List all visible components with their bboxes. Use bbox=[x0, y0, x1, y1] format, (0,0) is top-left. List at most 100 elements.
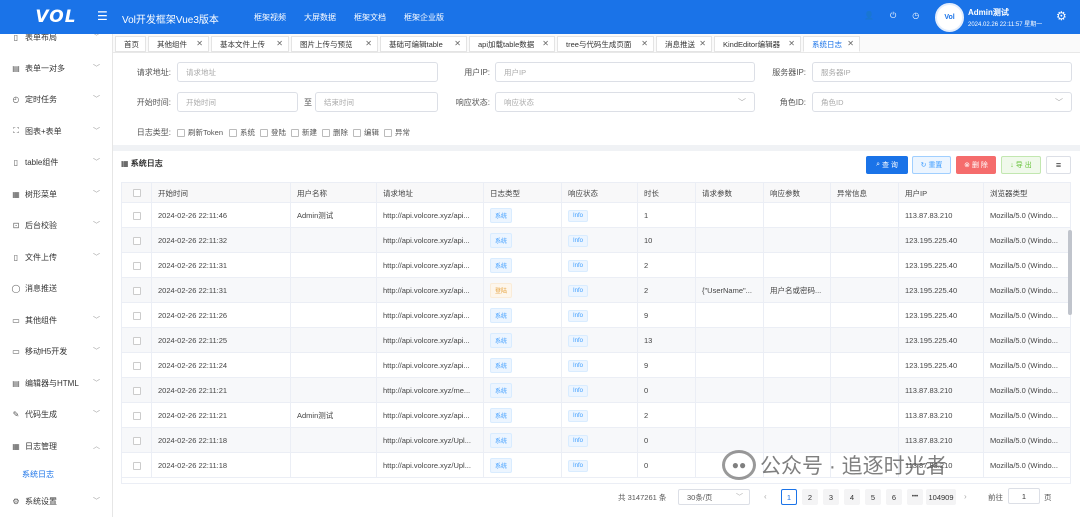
tab-other-components[interactable]: 其他组件 ✕ bbox=[148, 36, 209, 52]
log-type-checkbox[interactable]: 异常 bbox=[384, 127, 410, 138]
table-row[interactable]: 2024-02-26 22:11:46 Admin测试 http://api.vol… bbox=[122, 203, 1070, 228]
page-button[interactable]: 5 bbox=[865, 489, 881, 505]
close-icon[interactable]: ✕ bbox=[788, 39, 795, 48]
sidebar-item-code-generation[interactable]: ✎ 代码生成 ﹀ bbox=[0, 406, 112, 422]
query-button[interactable]: ⌕ 查 询 bbox=[866, 156, 908, 174]
request-url-input[interactable]: 请求地址 bbox=[177, 62, 438, 82]
page-button[interactable]: 3 bbox=[823, 489, 839, 505]
sidebar-item-scheduled-task[interactable]: ◴ 定时任务 ﹀ bbox=[0, 91, 112, 107]
sidebar-item-editor-html[interactable]: ▤ 编辑器与HTML ﹀ bbox=[0, 375, 112, 391]
close-icon[interactable]: ✕ bbox=[365, 39, 372, 48]
table-row[interactable]: 2024-02-26 22:11:21 http://api.volcore.xy… bbox=[122, 378, 1070, 403]
user-ip-input[interactable]: 用户IP bbox=[495, 62, 755, 82]
sidebar-item-form-layout[interactable]: ▯ 表单布局 ﹀ bbox=[0, 34, 112, 45]
log-type-checkbox[interactable]: 新建 bbox=[291, 127, 317, 138]
server-ip-input[interactable]: 服务器IP bbox=[812, 62, 1072, 82]
column-header[interactable]: 日志类型 bbox=[484, 183, 562, 203]
sidebar-item-chart-form[interactable]: ⛶ 图表+表单 ﹀ bbox=[0, 123, 112, 139]
sidebar-item-form-one-to-many[interactable]: ▤ 表单一对多 ﹀ bbox=[0, 60, 112, 76]
column-header[interactable]: 开始时间 bbox=[152, 183, 291, 203]
close-icon[interactable]: ✕ bbox=[454, 39, 461, 48]
sidebar-item-system-settings[interactable]: ⚙ 系统设置 ﹀ bbox=[0, 493, 112, 509]
next-page-icon[interactable]: › bbox=[964, 492, 967, 501]
column-header[interactable]: 请求地址 bbox=[377, 183, 484, 203]
column-header[interactable]: 异常信息 bbox=[831, 183, 899, 203]
table-row[interactable]: 2024-02-26 22:11:31 http://api.volcore.xy… bbox=[122, 253, 1070, 278]
end-time-input[interactable]: 结束时间 bbox=[315, 92, 438, 112]
close-icon[interactable]: ✕ bbox=[542, 39, 549, 48]
table-row[interactable]: 2024-02-26 22:11:32 http://api.volcore.xy… bbox=[122, 228, 1070, 253]
row-checkbox[interactable] bbox=[122, 278, 152, 303]
sidebar-item-message-push[interactable]: ◯ 消息推送 bbox=[0, 280, 112, 296]
row-checkbox[interactable] bbox=[122, 303, 152, 328]
column-header[interactable]: 请求参数 bbox=[696, 183, 764, 203]
clock-icon[interactable]: ◷ bbox=[912, 11, 919, 21]
log-type-checkbox[interactable]: 刷新Token bbox=[177, 127, 223, 138]
log-type-checkbox[interactable]: 登陆 bbox=[260, 127, 286, 138]
page-button[interactable]: 6 bbox=[886, 489, 902, 505]
sidebar-item-file-upload[interactable]: ▯ 文件上传 ﹀ bbox=[0, 249, 112, 265]
nav-enterprise[interactable]: 框架企业版 bbox=[404, 12, 444, 23]
gear-icon[interactable]: ⚙ bbox=[1056, 9, 1067, 23]
page-button[interactable]: 2 bbox=[802, 489, 818, 505]
close-icon[interactable]: ✕ bbox=[847, 39, 854, 48]
log-type-checkbox[interactable]: 编辑 bbox=[353, 127, 379, 138]
column-header[interactable]: 用户IP bbox=[899, 183, 984, 203]
sidebar-item-log-management[interactable]: ▦ 日志管理 ︿ bbox=[0, 438, 112, 454]
row-checkbox[interactable] bbox=[122, 203, 152, 228]
avatar[interactable]: Vol bbox=[935, 3, 964, 32]
tab-image-upload[interactable]: 图片上传与预览 ✕ bbox=[291, 36, 378, 52]
column-header[interactable]: 浏览器类型 bbox=[984, 183, 1070, 203]
table-row[interactable]: 2024-02-26 22:11:24 http://api.volcore.xy… bbox=[122, 353, 1070, 378]
tab-kindeditor[interactable]: KindEditor编辑器 ✕ bbox=[714, 36, 801, 52]
row-checkbox[interactable] bbox=[122, 328, 152, 353]
sidebar-item-other-components[interactable]: ▭ 其他组件 ﹀ bbox=[0, 312, 112, 328]
table-scrollbar[interactable] bbox=[1068, 230, 1072, 315]
response-status-select[interactable]: 响应状态 ﹀ bbox=[495, 92, 755, 112]
tab-basic-upload[interactable]: 基本文件上传 ✕ bbox=[211, 36, 289, 52]
page-button[interactable]: 4 bbox=[844, 489, 860, 505]
sidebar-item-tree-menu[interactable]: ▦ 树形菜单 ﹀ bbox=[0, 186, 112, 202]
power-icon[interactable]: ⏻ bbox=[890, 11, 896, 21]
close-icon[interactable]: ✕ bbox=[641, 39, 648, 48]
row-checkbox[interactable] bbox=[122, 428, 152, 453]
menu-toggle-icon[interactable]: ☰ bbox=[97, 9, 108, 23]
reset-button[interactable]: ↻ 重置 bbox=[912, 156, 951, 174]
log-type-checkbox[interactable]: 删除 bbox=[322, 127, 348, 138]
sidebar-sub-system-log[interactable]: 系统日志 bbox=[22, 469, 54, 480]
tab-tree-codegen[interactable]: tree与代码生成页面 ✕ bbox=[557, 36, 654, 52]
page-button[interactable]: 1 bbox=[781, 489, 797, 505]
row-checkbox[interactable] bbox=[122, 228, 152, 253]
more-pages-button[interactable]: ••• bbox=[907, 489, 923, 505]
nav-video[interactable]: 框架视频 bbox=[254, 12, 286, 23]
tab-message-push[interactable]: 消息推送 ✕ bbox=[656, 36, 712, 52]
sidebar-item-backend-validation[interactable]: ⊡ 后台校验 ﹀ bbox=[0, 217, 112, 233]
row-checkbox[interactable] bbox=[122, 253, 152, 278]
more-menu-button[interactable]: ≡ bbox=[1046, 156, 1071, 174]
tab-home[interactable]: 首页 bbox=[115, 36, 146, 52]
tab-api-table[interactable]: api加载table数据 ✕ bbox=[469, 36, 555, 52]
goto-page-input[interactable]: 1 bbox=[1008, 488, 1040, 504]
column-header[interactable]: 时长 bbox=[638, 183, 696, 203]
tab-system-log[interactable]: 系统日志 ✕ bbox=[803, 36, 860, 52]
start-time-input[interactable]: 开始时间 bbox=[177, 92, 298, 112]
sidebar-item-mobile-h5[interactable]: ▭ 移动H5开发 ﹀ bbox=[0, 343, 112, 359]
close-icon[interactable]: ✕ bbox=[699, 39, 706, 48]
sidebar-item-table-component[interactable]: ▯ table组件 ﹀ bbox=[0, 154, 112, 170]
column-header[interactable]: 响应状态 bbox=[562, 183, 638, 203]
row-checkbox[interactable] bbox=[122, 403, 152, 428]
tab-editable-table[interactable]: 基础可编辑table ✕ bbox=[380, 36, 467, 52]
nav-docs[interactable]: 框架文档 bbox=[354, 12, 386, 23]
close-icon[interactable]: ✕ bbox=[276, 39, 283, 48]
select-all-checkbox[interactable] bbox=[122, 183, 152, 203]
table-row[interactable]: 2024-02-26 22:11:21 Admin测试 http://api.vol… bbox=[122, 403, 1070, 428]
prev-page-icon[interactable]: ‹ bbox=[764, 492, 767, 501]
delete-button[interactable]: ⊗ 删 除 bbox=[956, 156, 996, 174]
table-row[interactable]: 2024-02-26 22:11:25 http://api.volcore.xy… bbox=[122, 328, 1070, 353]
column-header[interactable]: 响应参数 bbox=[764, 183, 831, 203]
export-button[interactable]: ↓ 导 出 bbox=[1001, 156, 1041, 174]
table-row[interactable]: 2024-02-26 22:11:31 http://api.volcore.xy… bbox=[122, 278, 1070, 303]
row-checkbox[interactable] bbox=[122, 453, 152, 478]
page-size-select[interactable]: 30条/页 ﹀ bbox=[678, 489, 750, 505]
log-type-checkbox[interactable]: 系统 bbox=[229, 127, 255, 138]
